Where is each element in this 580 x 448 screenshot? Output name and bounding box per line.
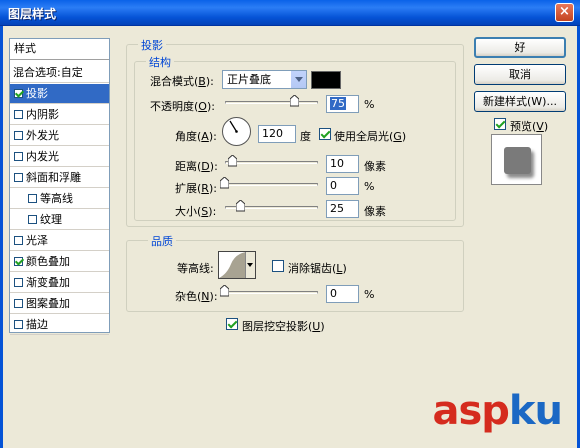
distance-slider-track[interactable]	[225, 161, 318, 164]
style-item[interactable]: 光泽	[10, 231, 109, 251]
style-item[interactable]: 斜面和浮雕	[10, 168, 109, 188]
style-item-checkbox[interactable]	[14, 256, 23, 266]
blend-mode-select[interactable]: 正片叠底	[222, 70, 307, 89]
angle-label: 角度(A):	[175, 130, 217, 143]
noise-slider-track[interactable]	[225, 291, 318, 294]
size-input[interactable]: 25	[326, 200, 359, 218]
contour-label: 等高线:	[177, 262, 214, 275]
anti-alias-label[interactable]: 消除锯齿(L)	[288, 260, 347, 276]
window-title: 图层样式	[8, 7, 57, 21]
style-item[interactable]: 外发光	[10, 126, 109, 146]
distance-unit: 像素	[364, 160, 386, 173]
window-border-left	[0, 26, 3, 448]
preview-checkbox[interactable]	[494, 118, 506, 130]
watermark-logo: aspku	[432, 388, 563, 434]
style-item-label: 图案叠加	[26, 297, 70, 310]
style-item-label: 颜色叠加	[26, 255, 70, 268]
style-item-label: 投影	[26, 87, 48, 100]
style-item-label: 内阴影	[26, 108, 59, 121]
style-item-checkbox[interactable]	[14, 151, 23, 161]
style-item[interactable]: 渐变叠加	[10, 273, 109, 293]
style-item-label: 渐变叠加	[26, 276, 70, 289]
chevron-down-icon	[290, 71, 306, 88]
spread-unit: %	[364, 180, 375, 193]
anti-alias-checkbox[interactable]	[272, 260, 284, 272]
styles-list-header[interactable]: 样式	[10, 39, 109, 60]
preview-label[interactable]: 预览(V)	[510, 118, 548, 134]
spread-slider-track[interactable]	[225, 183, 318, 186]
drop-shadow-group-title: 投影	[138, 37, 166, 53]
contour-picker[interactable]	[218, 251, 256, 279]
shadow-color-swatch[interactable]	[311, 71, 341, 89]
style-item-checkbox[interactable]	[28, 193, 37, 203]
style-item-checkbox[interactable]	[14, 88, 23, 98]
style-item-checkbox[interactable]	[14, 277, 23, 287]
close-button[interactable]: ×	[555, 3, 574, 22]
style-item[interactable]: 纹理	[10, 210, 109, 230]
style-item[interactable]: 内阴影	[10, 105, 109, 125]
style-item-label: 等高线	[40, 192, 73, 205]
size-label: 大小(S):	[175, 205, 217, 218]
knockout-checkbox[interactable]	[226, 318, 238, 330]
distance-label: 距离(D):	[175, 160, 218, 173]
preview-square	[504, 147, 531, 174]
style-preview-thumbnail	[491, 134, 542, 185]
style-item-label: 描边	[26, 318, 48, 331]
noise-label: 杂色(N):	[175, 290, 218, 303]
style-item-checkbox[interactable]	[14, 298, 23, 308]
chevron-down-icon	[245, 252, 255, 278]
opacity-label: 不透明度(O):	[150, 100, 215, 113]
style-item-label: 纹理	[40, 213, 62, 226]
quality-group-title: 品质	[148, 233, 176, 249]
opacity-input[interactable]: 75	[326, 95, 359, 113]
style-item[interactable]: 颜色叠加	[10, 252, 109, 272]
style-item[interactable]: 内发光	[10, 147, 109, 167]
ok-button[interactable]: 好	[474, 37, 566, 58]
blend-mode-label: 混合模式(B):	[150, 75, 214, 88]
style-item-label: 光泽	[26, 234, 48, 247]
style-item-checkbox[interactable]	[14, 109, 23, 119]
structure-group-title: 结构	[146, 54, 174, 70]
style-item-checkbox[interactable]	[14, 319, 23, 329]
style-item[interactable]: 等高线	[10, 189, 109, 209]
cancel-button[interactable]: 取消	[474, 64, 566, 85]
distance-slider-thumb[interactable]	[228, 155, 237, 167]
style-item-checkbox[interactable]	[14, 130, 23, 140]
new-style-button[interactable]: 新建样式(W)...	[474, 91, 566, 112]
angle-dial[interactable]	[222, 117, 251, 146]
style-item-checkbox[interactable]	[14, 172, 23, 182]
contour-curve-icon	[219, 252, 246, 278]
opacity-slider-track[interactable]	[225, 101, 318, 104]
size-unit: 像素	[364, 205, 386, 218]
angle-unit: 度	[300, 130, 311, 143]
noise-slider-thumb[interactable]	[220, 285, 229, 297]
blend-mode-value: 正片叠底	[227, 73, 271, 86]
global-light-label[interactable]: 使用全局光(G)	[334, 128, 406, 144]
knockout-label[interactable]: 图层挖空投影(U)	[242, 318, 325, 334]
angle-input[interactable]: 120	[258, 125, 296, 143]
style-item[interactable]: 描边	[10, 315, 109, 335]
style-item-checkbox[interactable]	[28, 214, 37, 224]
size-slider-thumb[interactable]	[236, 200, 245, 212]
noise-unit: %	[364, 288, 375, 301]
global-light-checkbox[interactable]	[319, 128, 331, 140]
opacity-unit: %	[364, 98, 375, 111]
style-item-label: 内发光	[26, 150, 59, 163]
angle-dial-needle	[229, 120, 238, 133]
style-item[interactable]: 图案叠加	[10, 294, 109, 314]
style-item[interactable]: 投影	[10, 84, 109, 104]
blending-options-item[interactable]: 混合选项:自定	[10, 63, 109, 83]
style-item-label: 斜面和浮雕	[26, 171, 81, 184]
styles-list[interactable]: 样式 混合选项:自定 投影内阴影外发光内发光斜面和浮雕等高线纹理光泽颜色叠加渐变…	[9, 38, 110, 335]
close-icon: ×	[559, 4, 570, 19]
spread-input[interactable]: 0	[326, 177, 359, 195]
title-bar[interactable]: 图层样式 ×	[0, 0, 580, 26]
style-item-checkbox[interactable]	[14, 235, 23, 245]
spread-label: 扩展(R):	[175, 182, 217, 195]
noise-input[interactable]: 0	[326, 285, 359, 303]
style-item-label: 外发光	[26, 129, 59, 142]
opacity-slider-thumb[interactable]	[290, 95, 299, 107]
spread-slider-thumb[interactable]	[220, 177, 229, 189]
distance-input[interactable]: 10	[326, 155, 359, 173]
